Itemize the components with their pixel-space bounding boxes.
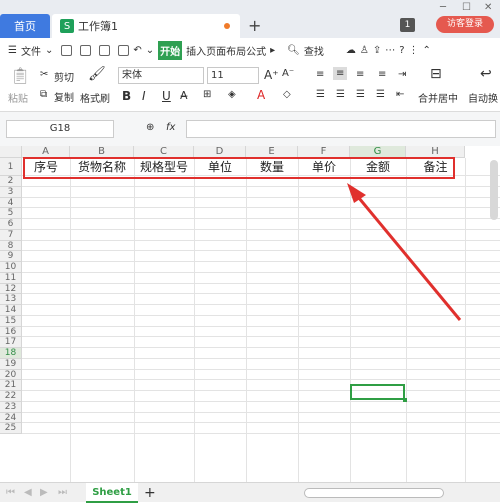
last-sheet-icon[interactable]: ⏭ [58,487,67,498]
next-sheet-icon[interactable]: ▶ [40,487,48,498]
horizontal-scrollbar[interactable] [304,488,444,498]
sheet-tab-bar: ⏮ ◀ ▶ ⏭ Sheet1 + [0,482,500,503]
first-sheet-icon[interactable]: ⏮ [6,487,15,498]
selected-cell[interactable] [350,384,407,402]
prev-sheet-icon[interactable]: ◀ [24,487,32,498]
sheet-tab-sheet1[interactable]: Sheet1 [86,483,138,503]
vertical-scrollbar[interactable] [490,160,498,220]
add-sheet-icon[interactable]: + [144,485,156,501]
red-arrow-annotation [347,183,462,321]
